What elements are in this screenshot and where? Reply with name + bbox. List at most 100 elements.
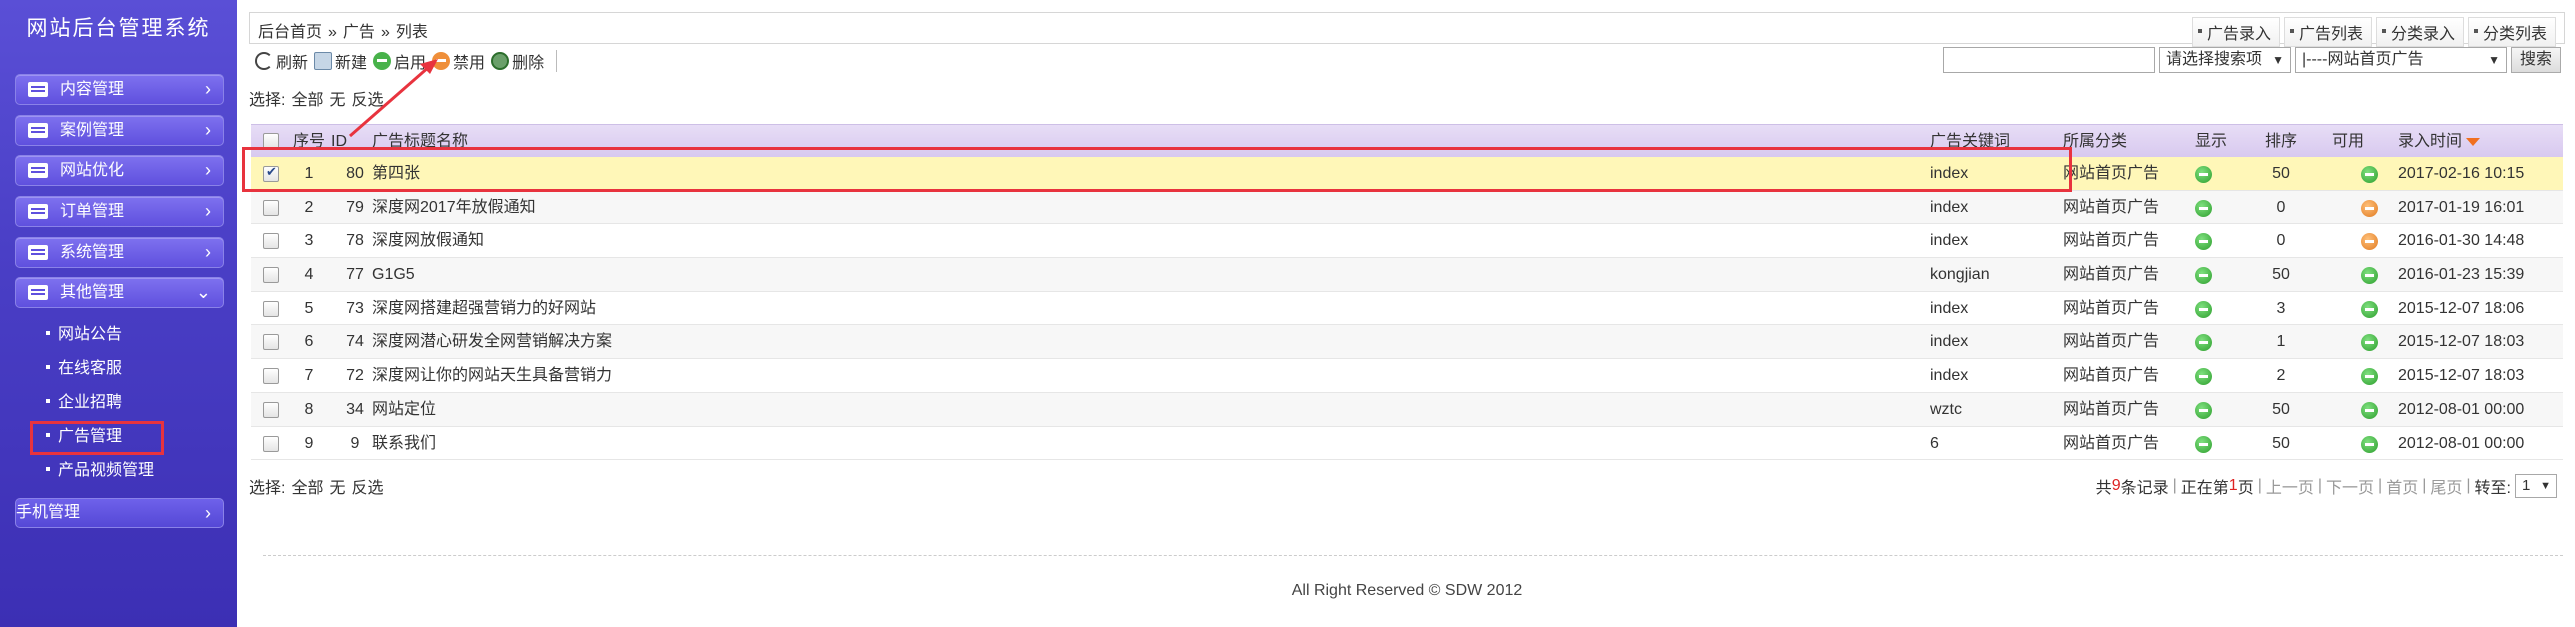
search-input[interactable] <box>1942 47 2155 73</box>
status-ok-icon[interactable] <box>2361 368 2378 386</box>
submenu-online-service[interactable]: 在线客服 <box>46 357 122 381</box>
status-ok-icon[interactable] <box>2195 300 2212 318</box>
enable-icon <box>373 52 392 70</box>
table-row[interactable]: 2 79 深度网2017年放假通知 index 网站首页广告 0 2017-01-19 16… <box>251 190 2563 225</box>
menu-mobile[interactable]: 手机管理 › <box>15 498 224 528</box>
status-ok-icon[interactable] <box>2195 166 2212 183</box>
menu-system[interactable]: 系统管理 › <box>15 237 224 268</box>
status-ok-icon[interactable] <box>2195 233 2212 251</box>
cell-title[interactable]: 联系我们 <box>372 427 436 460</box>
search-field-select[interactable]: 请选择搜索项 ▼ <box>2158 47 2291 73</box>
status-off-icon[interactable] <box>2361 199 2378 217</box>
col-time[interactable]: 录入时间 <box>2398 125 2481 158</box>
header-checkbox[interactable] <box>263 133 279 149</box>
submenu-announcements[interactable]: 网站公告 <box>46 323 122 347</box>
cell-title[interactable]: 深度网让你的网站天生具备营销力 <box>372 359 612 392</box>
row-checkbox[interactable] <box>263 233 279 250</box>
cases-icon <box>28 123 48 138</box>
select-all-link[interactable]: 全部 <box>291 480 323 497</box>
cell-title[interactable]: 深度网2017年放假通知 <box>372 191 536 224</box>
row-checkbox[interactable] <box>263 300 279 317</box>
menu-other[interactable]: 其他管理 ⌄ <box>15 277 224 308</box>
status-ok-icon[interactable] <box>2195 401 2212 419</box>
search-button[interactable]: 搜索 <box>2510 47 2561 73</box>
status-ok-icon[interactable] <box>2361 267 2378 285</box>
menu-content[interactable]: 内容管理 › <box>15 74 224 105</box>
row-checkbox[interactable] <box>263 164 279 182</box>
status-ok-icon[interactable] <box>2195 368 2212 386</box>
toolbar-separator <box>556 50 558 72</box>
table-row[interactable]: 9 9 联系我们 6 网站首页广告 50 2012-08-01 00:00 <box>251 427 2563 461</box>
quick-link-add-category[interactable]: 分类录入 <box>2375 17 2464 47</box>
row-checkbox[interactable] <box>263 435 279 452</box>
quick-link-category-list[interactable]: 分类列表 <box>2467 17 2556 47</box>
table-row[interactable]: 7 72 深度网让你的网站天生具备营销力 index 网站首页广告 2 2015-12-07… <box>251 359 2563 393</box>
cell-time: 2016-01-23 15:39 <box>2398 266 2525 284</box>
status-ok-icon[interactable] <box>2195 267 2212 285</box>
status-ok-icon[interactable] <box>2361 435 2378 453</box>
disable-button[interactable]: 禁用 <box>432 49 485 73</box>
pager-records: 条记录 <box>2120 480 2169 497</box>
status-ok-icon[interactable] <box>2195 199 2212 217</box>
row-checkbox[interactable] <box>263 368 279 385</box>
status-ok-icon[interactable] <box>2361 166 2378 183</box>
menu-cases[interactable]: 案例管理 › <box>15 115 224 146</box>
table-row[interactable]: 5 73 深度网搭建超强营销力的好网站 index 网站首页广告 3 2015-12-07 … <box>251 292 2563 326</box>
status-ok-icon[interactable] <box>2361 300 2378 318</box>
delete-button[interactable]: 删除 <box>491 49 544 73</box>
brand-title: 网站后台管理系统 <box>26 17 211 40</box>
breadcrumb-ads[interactable]: 广告 <box>343 24 375 41</box>
cell-title[interactable]: 第四张 <box>372 157 420 190</box>
select-invert-link[interactable]: 反选 <box>351 480 383 497</box>
select-none-link[interactable]: 无 <box>329 480 345 497</box>
select-invert-link[interactable]: 反选 <box>351 92 383 109</box>
last-page-link[interactable]: 尾页 <box>2430 474 2462 498</box>
status-off-icon[interactable] <box>2361 233 2378 251</box>
select-none-link[interactable]: 无 <box>329 92 345 109</box>
cell-id: 34 <box>346 400 364 418</box>
row-checkbox[interactable] <box>263 267 279 284</box>
table-row[interactable]: 6 74 深度网潜心研发全网营销解决方案 index 网站首页广告 1 2015-12-07… <box>251 325 2563 360</box>
menu-seo[interactable]: 网站优化 › <box>15 155 224 186</box>
new-document-icon <box>314 52 333 70</box>
breadcrumb-home[interactable]: 后台首页 <box>258 24 322 41</box>
enable-button[interactable]: 启用 <box>373 49 426 73</box>
menu-orders[interactable]: 订单管理 › <box>15 196 224 227</box>
table-row[interactable]: 1 80 第四张 index 网站首页广告 50 2017-02-16 10:15 <box>251 157 2563 191</box>
refresh-button[interactable]: 刷新 <box>255 49 308 73</box>
quick-link-add-ad[interactable]: 广告录入 <box>2191 17 2280 47</box>
table-header: 序号 ID 广告标题名称 广告关键词 所属分类 显示 排序 可用 录入时间 <box>251 124 2563 157</box>
submenu-ad-management[interactable]: 广告管理 <box>46 425 122 449</box>
cell-title[interactable]: 深度网潜心研发全网营销解决方案 <box>372 325 612 358</box>
select-all-link[interactable]: 全部 <box>291 92 323 109</box>
quick-link-ad-list[interactable]: 广告列表 <box>2283 17 2372 47</box>
status-ok-icon[interactable] <box>2361 401 2378 419</box>
orders-icon <box>28 204 48 219</box>
prev-page-link[interactable]: 上一页 <box>2266 474 2314 498</box>
category-select[interactable]: |----网站首页广告 ▼ <box>2294 47 2507 73</box>
row-checkbox[interactable] <box>263 334 279 351</box>
status-ok-icon[interactable] <box>2195 334 2212 352</box>
table-row[interactable]: 8 34 网站定位 wztc 网站首页广告 50 2012-08-01 00:00 <box>251 392 2563 427</box>
cell-no: 7 <box>304 367 314 385</box>
goto-page-select[interactable]: 1 ▼ <box>2515 474 2557 498</box>
status-ok-icon[interactable] <box>2361 334 2378 352</box>
cell-title[interactable]: 网站定位 <box>372 393 436 426</box>
next-page-link[interactable]: 下一页 <box>2326 474 2374 498</box>
cell-order: 1 <box>2276 333 2286 351</box>
table-row[interactable]: 4 77 G1G5 kongjian 网站首页广告 50 2016-01-23 15:39 <box>251 258 2563 292</box>
footer-divider <box>263 555 2563 556</box>
row-checkbox[interactable] <box>263 401 279 418</box>
first-page-link[interactable]: 首页 <box>2386 474 2418 498</box>
table-row[interactable]: 3 78 深度网放假通知 index 网站首页广告 0 2016-01-30 14:48 <box>251 224 2563 259</box>
cell-title[interactable]: 深度网放假通知 <box>372 224 484 257</box>
cell-order: 3 <box>2276 299 2286 317</box>
status-ok-icon[interactable] <box>2195 435 2212 453</box>
new-button[interactable]: 新建 <box>314 49 367 73</box>
submenu-product-video[interactable]: 产品视频管理 <box>46 459 154 483</box>
cell-no: 3 <box>304 232 314 250</box>
row-checkbox[interactable] <box>263 199 279 216</box>
cell-title[interactable]: G1G5 <box>372 258 415 291</box>
submenu-recruitment[interactable]: 企业招聘 <box>46 391 122 415</box>
cell-title[interactable]: 深度网搭建超强营销力的好网站 <box>372 292 596 325</box>
